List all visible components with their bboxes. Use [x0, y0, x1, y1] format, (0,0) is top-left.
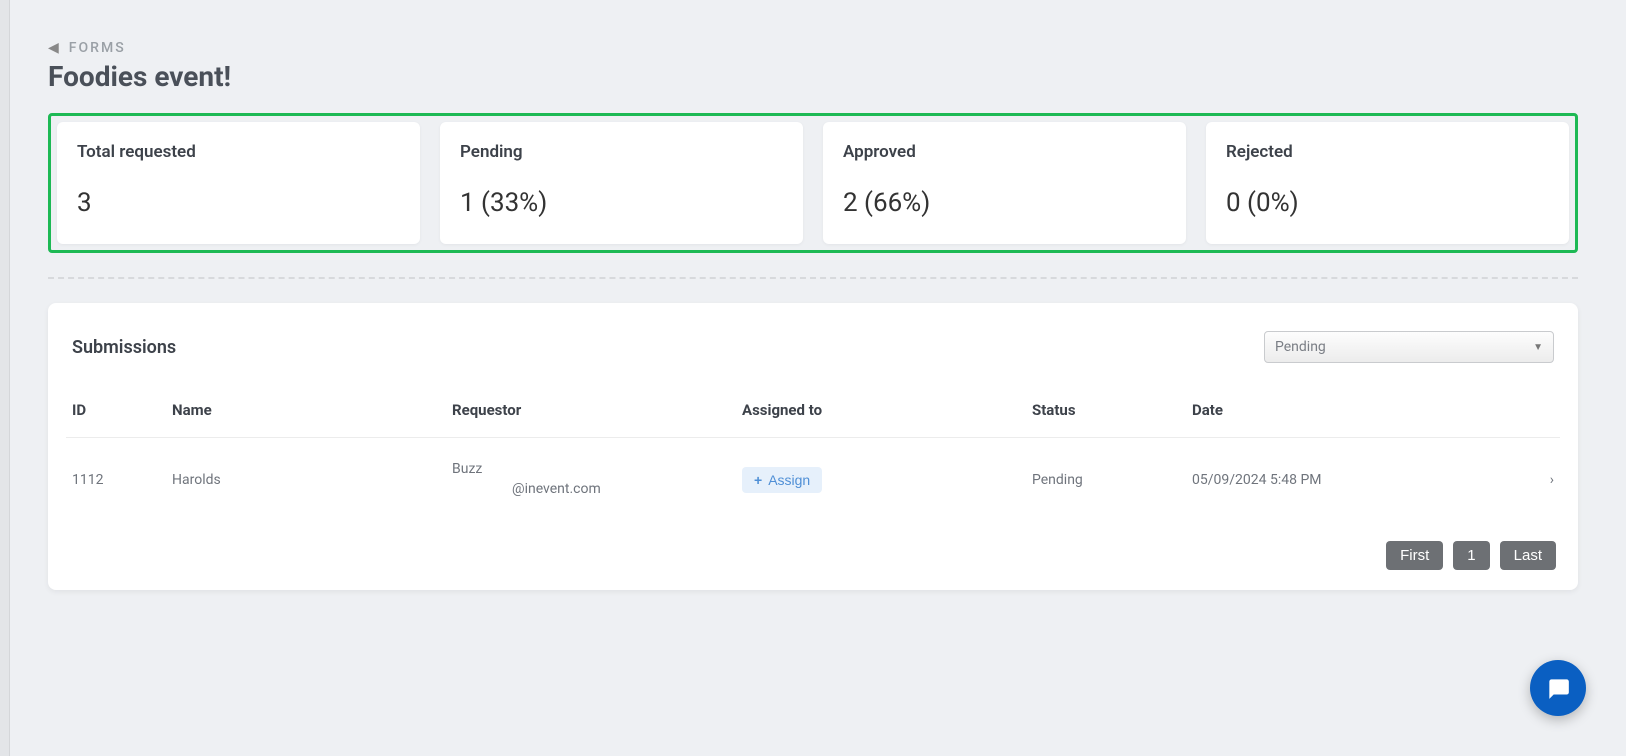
table-header-row: ID Name Requestor Assigned to Status Dat…: [66, 393, 1560, 438]
requestor-name: Buzz: [452, 460, 730, 480]
status-filter-select[interactable]: Pending ▼: [1264, 331, 1554, 363]
col-id: ID: [66, 393, 166, 438]
left-scroll-edge: [0, 0, 10, 756]
chevron-down-icon: ▼: [1533, 342, 1543, 353]
col-assigned-to: Assigned to: [736, 393, 1026, 438]
table-row[interactable]: 1112 Harolds Buzz @inevent.com + Assign …: [66, 438, 1560, 522]
submissions-title: Submissions: [72, 337, 176, 358]
cell-id: 1112: [66, 438, 166, 522]
stat-value-pending: 1 (33%): [460, 188, 783, 218]
submissions-card: Submissions Pending ▼ ID Name Requestor …: [48, 303, 1578, 590]
stat-card-rejected: Rejected 0 (0%): [1206, 122, 1569, 244]
stat-label-rejected: Rejected: [1226, 142, 1549, 162]
assign-label: Assign: [768, 472, 810, 488]
back-caret-icon: ◀: [48, 40, 59, 56]
col-name: Name: [166, 393, 446, 438]
stat-value-rejected: 0 (0%): [1226, 188, 1549, 218]
cell-assigned-to: + Assign: [736, 438, 1026, 522]
pagination-first-button[interactable]: First: [1386, 541, 1443, 570]
cell-status: Pending: [1026, 438, 1186, 522]
stat-label-approved: Approved: [843, 142, 1166, 162]
chat-widget-button[interactable]: [1530, 660, 1586, 716]
pagination-page-button[interactable]: 1: [1453, 541, 1489, 570]
stat-value-total: 3: [77, 188, 400, 218]
cell-date: 05/09/2024 5:48 PM: [1186, 438, 1520, 522]
col-date: Date: [1186, 393, 1520, 438]
pagination: First 1 Last: [66, 541, 1560, 570]
row-chevron-icon[interactable]: ›: [1520, 438, 1560, 522]
requestor-email: @inevent.com: [452, 480, 730, 500]
page-title: Foodies event!: [48, 60, 1578, 93]
section-divider: [48, 277, 1578, 279]
stat-value-approved: 2 (66%): [843, 188, 1166, 218]
stats-row-highlight: Total requested 3 Pending 1 (33%) Approv…: [48, 113, 1578, 253]
stat-card-approved: Approved 2 (66%): [823, 122, 1186, 244]
cell-requestor: Buzz @inevent.com: [446, 438, 736, 522]
col-status: Status: [1026, 393, 1186, 438]
status-filter-value: Pending: [1275, 339, 1326, 355]
stat-label-total: Total requested: [77, 142, 400, 162]
assign-button[interactable]: + Assign: [742, 467, 822, 493]
plus-icon: +: [754, 472, 762, 488]
chat-icon: [1545, 675, 1571, 701]
breadcrumb-label: FORMS: [69, 40, 126, 56]
submissions-table: ID Name Requestor Assigned to Status Dat…: [66, 393, 1560, 521]
page-container: ◀ FORMS Foodies event! Total requested 3…: [0, 0, 1626, 590]
col-requestor: Requestor: [446, 393, 736, 438]
stat-label-pending: Pending: [460, 142, 783, 162]
pagination-last-button[interactable]: Last: [1500, 541, 1556, 570]
stat-card-pending: Pending 1 (33%): [440, 122, 803, 244]
stat-card-total: Total requested 3: [57, 122, 420, 244]
cell-name: Harolds: [166, 438, 446, 522]
breadcrumb[interactable]: ◀ FORMS: [48, 40, 1578, 56]
submissions-header: Submissions Pending ▼: [66, 331, 1560, 363]
